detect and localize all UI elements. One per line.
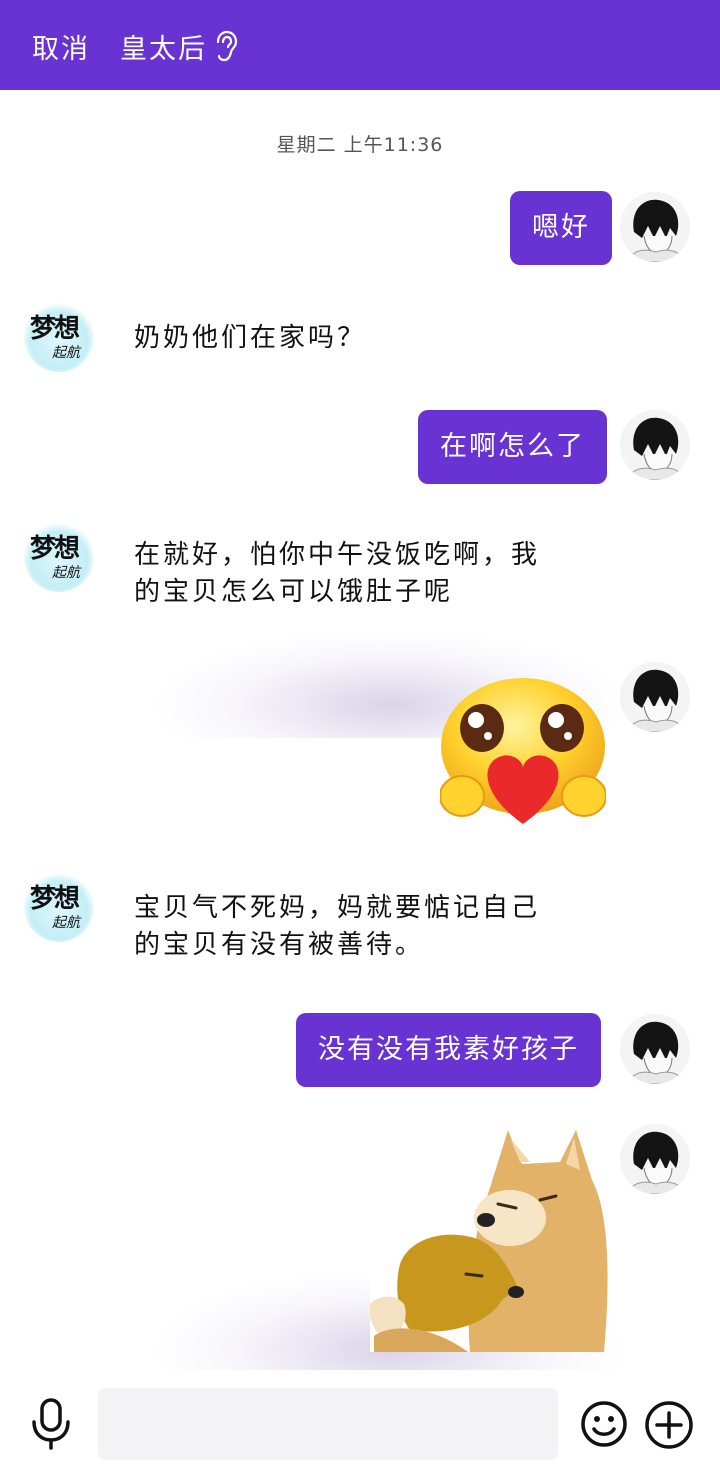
ear-icon[interactable] [212, 30, 238, 62]
doge-hug-sticker[interactable] [370, 1124, 610, 1352]
my-avatar[interactable] [620, 410, 690, 480]
anime-boy-avatar-icon [620, 192, 690, 262]
message-bubble-me[interactable]: 在啊怎么了 [418, 410, 607, 484]
contact-avatar[interactable]: 梦想 起航 [24, 522, 94, 592]
anime-boy-avatar-icon [620, 1124, 690, 1194]
message-line: 的宝贝有没有被善待。 [134, 930, 425, 960]
message-bubble-me[interactable]: 嗯好 [510, 191, 612, 265]
avatar-text-sub: 起航 [52, 915, 80, 931]
my-avatar[interactable] [620, 1014, 690, 1084]
contact-avatar[interactable]: 梦想 起航 [24, 302, 94, 372]
contact-name[interactable]: 皇太后 [120, 27, 207, 66]
sticker-backdrop [0, 738, 720, 848]
message-input[interactable] [98, 1388, 558, 1460]
message-text-them[interactable]: 在就好，怕你中午没饭吃啊，我 的宝贝怎么可以饿肚子呢 [134, 537, 540, 611]
message-timestamp: 星期二 上午11:36 [276, 134, 444, 156]
message-text-them[interactable]: 奶奶他们在家吗？ [134, 320, 366, 357]
anime-boy-avatar-icon [620, 1014, 690, 1084]
my-avatar[interactable] [620, 192, 690, 262]
message-bubble-me[interactable]: 没有没有我素好孩子 [296, 1013, 601, 1087]
cancel-button[interactable]: 取消 [32, 27, 90, 66]
message-line: 的宝贝怎么可以饿肚子呢 [134, 577, 454, 607]
avatar-text-main: 梦想 [30, 884, 80, 914]
my-avatar[interactable] [620, 1124, 690, 1194]
message-line: 在就好，怕你中午没饭吃啊，我 [134, 540, 541, 570]
microphone-icon[interactable] [28, 1398, 74, 1450]
avatar-text-sub: 起航 [52, 345, 80, 361]
heart-emoji-sticker[interactable] [440, 676, 606, 824]
message-line: 宝贝气不死妈，妈就要惦记自己 [134, 893, 541, 923]
anime-boy-avatar-icon [620, 410, 690, 480]
chat-header: 取消 皇太后 [0, 0, 720, 90]
avatar-text-sub: 起航 [52, 565, 80, 581]
contact-avatar[interactable]: 梦想 起航 [24, 872, 94, 942]
anime-boy-avatar-icon [620, 662, 690, 732]
emoji-icon[interactable] [580, 1400, 628, 1448]
avatar-text-main: 梦想 [30, 534, 80, 564]
avatar-text-main: 梦想 [30, 314, 80, 344]
message-text-them[interactable]: 宝贝气不死妈，妈就要惦记自己 的宝贝有没有被善待。 [134, 890, 540, 964]
my-avatar[interactable] [620, 662, 690, 732]
plus-icon[interactable] [644, 1400, 694, 1450]
